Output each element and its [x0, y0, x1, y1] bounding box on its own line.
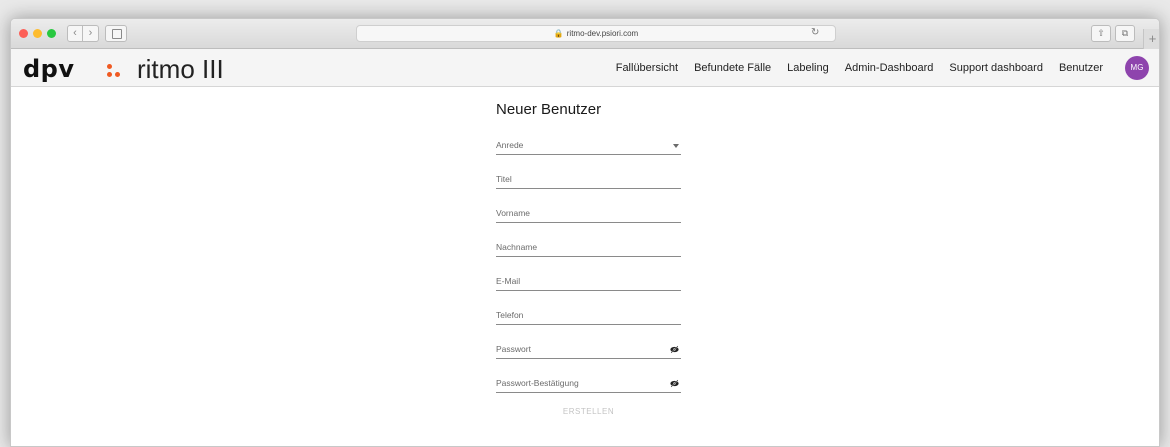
field-underline	[496, 324, 681, 325]
new-tab-button[interactable]: +	[1143, 29, 1159, 49]
field-underline	[496, 256, 681, 257]
plus-icon: +	[1148, 31, 1157, 46]
url-text: ritmo-dev.psiori.com	[566, 29, 639, 38]
passwort-field[interactable]: Passwort	[496, 338, 681, 372]
nav-support-dashboard[interactable]: Support dashboard	[949, 62, 1043, 74]
browser-window: ‹ › 🔒 ritmo-dev.psiori.com ↻ ⇧ ⧉ + dpv ri…	[10, 18, 1160, 447]
field-label: Passwort-Bestätigung	[496, 378, 579, 388]
nav-fallubersicht[interactable]: Fallübersicht	[616, 62, 678, 74]
field-underline	[496, 154, 681, 155]
field-label: Vorname	[496, 208, 531, 218]
logo-dots-icon	[107, 64, 121, 78]
tab-overview-button[interactable]: ⧉	[1115, 25, 1135, 42]
field-label: Telefon	[496, 310, 524, 320]
field-underline	[496, 358, 681, 359]
tabs-icon: ⧉	[1121, 28, 1129, 38]
nav-labeling[interactable]: Labeling	[787, 62, 829, 74]
chevron-left-icon: ‹	[73, 27, 77, 39]
close-window-button[interactable]	[19, 29, 28, 38]
new-user-form: Neuer Benutzer Anrede Titel Vorname Nach…	[496, 101, 681, 416]
field-underline	[496, 290, 681, 291]
lock-icon: 🔒	[553, 29, 564, 38]
forward-button[interactable]: ›	[83, 25, 99, 42]
app-name: ritmo III	[137, 54, 224, 84]
titel-field[interactable]: Titel	[496, 168, 681, 202]
field-label: Nachname	[496, 242, 538, 252]
fullscreen-window-button[interactable]	[47, 29, 56, 38]
erstellen-button[interactable]: ERSTELLEN	[496, 407, 681, 416]
share-button[interactable]: ⇧	[1091, 25, 1111, 42]
field-underline	[496, 188, 681, 189]
reload-icon[interactable]: ↻	[811, 27, 819, 38]
nachname-field[interactable]: Nachname	[496, 236, 681, 270]
minimize-window-button[interactable]	[33, 29, 42, 38]
nav-befundete-falle[interactable]: Befundete Fälle	[694, 62, 771, 74]
field-label: Passwort	[496, 344, 531, 354]
field-label: Titel	[496, 174, 512, 184]
sidebar-toggle-button[interactable]	[105, 25, 127, 42]
share-icon: ⇧	[1097, 28, 1105, 38]
history-nav: ‹ ›	[67, 25, 99, 42]
chevron-right-icon: ›	[88, 27, 93, 39]
anrede-select[interactable]: Anrede	[496, 134, 681, 168]
email-field[interactable]: E-Mail	[496, 270, 681, 304]
telefon-field[interactable]: Telefon	[496, 304, 681, 338]
field-label: Anrede	[496, 140, 524, 150]
nav-admin-dashboard[interactable]: Admin-Dashboard	[845, 62, 934, 74]
eye-off-icon[interactable]	[670, 379, 679, 388]
field-underline	[496, 392, 681, 393]
address-bar[interactable]: 🔒 ritmo-dev.psiori.com	[356, 25, 836, 42]
app-header: dpv ritmo III Fallübersicht Befundete Fä…	[11, 49, 1159, 87]
page-title: Neuer Benutzer	[496, 101, 602, 118]
logo[interactable]: dpv	[23, 55, 75, 83]
eye-off-icon[interactable]	[670, 345, 679, 354]
browser-toolbar: ‹ › 🔒 ritmo-dev.psiori.com ↻ ⇧ ⧉ +	[11, 19, 1159, 49]
nav-benutzer[interactable]: Benutzer	[1059, 62, 1103, 74]
field-underline	[496, 222, 681, 223]
dropdown-arrow-icon	[673, 144, 679, 148]
back-button[interactable]: ‹	[67, 25, 83, 42]
field-label: E-Mail	[496, 276, 521, 286]
main-nav: Fallübersicht Befundete Fälle Labeling A…	[616, 49, 1103, 86]
passwort-bestatigung-field[interactable]: Passwort-Bestätigung	[496, 372, 681, 406]
avatar[interactable]: MG	[1125, 56, 1149, 80]
window-controls	[19, 29, 56, 38]
vorname-field[interactable]: Vorname	[496, 202, 681, 236]
